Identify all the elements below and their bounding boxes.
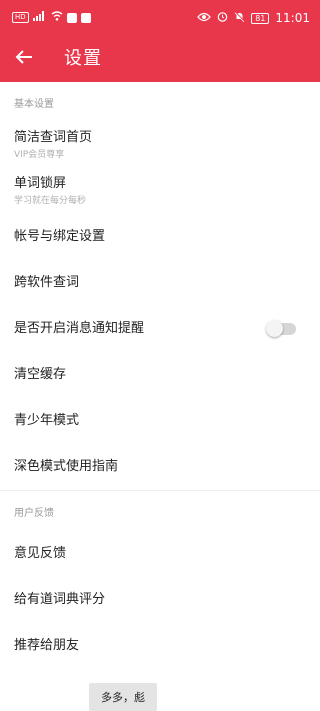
setting-clear-cache[interactable]: 清空缓存 bbox=[0, 352, 320, 398]
setting-dark-mode-guide[interactable]: 深色模式使用指南 bbox=[0, 444, 320, 490]
status-right-icons: 81 11:01 bbox=[197, 11, 310, 25]
setting-title: 深色模式使用指南 bbox=[14, 459, 119, 474]
alarm-icon bbox=[217, 11, 228, 25]
setting-teen-mode[interactable]: 青少年模式 bbox=[0, 398, 320, 444]
setting-subtitle: 学习就在每分每秒 bbox=[14, 195, 87, 206]
setting-word-lockscreen[interactable]: 单词锁屏 学习就在每分每秒 bbox=[0, 168, 320, 214]
section-header-basic: 基本设置 bbox=[14, 98, 54, 110]
setting-title: 是否开启消息通知提醒 bbox=[14, 321, 145, 336]
setting-title: 单词锁屏 bbox=[14, 175, 67, 191]
setting-title: 推荐给朋友 bbox=[14, 638, 80, 653]
toggle-knob bbox=[266, 320, 283, 337]
play-notification-icon bbox=[80, 12, 91, 23]
settings-list: 基本设置 简洁查词首页 VIP会员尊享 单词锁屏 学习就在每分每秒 帐号与绑定设… bbox=[0, 82, 320, 669]
status-left-icons: HD bbox=[12, 11, 91, 24]
section-header-feedback: 用户反馈 bbox=[14, 507, 54, 519]
status-time: 11:01 bbox=[275, 11, 310, 25]
eye-icon bbox=[197, 12, 212, 25]
app-notification-icon bbox=[66, 12, 77, 23]
signal-icon bbox=[32, 11, 47, 24]
setting-cross-app-lookup[interactable]: 跨软件查词 bbox=[0, 260, 320, 306]
battery-icon: 81 bbox=[251, 12, 270, 24]
setting-title: 意见反馈 bbox=[14, 546, 67, 561]
toast-message: 多多，彪 bbox=[89, 683, 157, 711]
setting-title: 给有道词典评分 bbox=[14, 592, 106, 607]
setting-feedback[interactable]: 意见反馈 bbox=[0, 531, 320, 577]
setting-notification-toggle-row[interactable]: 是否开启消息通知提醒 bbox=[0, 306, 320, 352]
page-title: 设置 bbox=[64, 48, 102, 69]
setting-title: 跨软件查词 bbox=[14, 275, 80, 290]
setting-account-binding[interactable]: 帐号与绑定设置 bbox=[0, 214, 320, 260]
app-bar: 设置 bbox=[0, 36, 320, 82]
setting-title: 帐号与绑定设置 bbox=[14, 229, 106, 244]
setting-recommend-friend[interactable]: 推荐给朋友 bbox=[0, 623, 320, 669]
setting-simple-homepage[interactable]: 简洁查词首页 VIP会员尊享 bbox=[0, 122, 320, 168]
status-bar: HD 81 11:01 bbox=[0, 0, 320, 36]
notification-toggle[interactable] bbox=[266, 320, 296, 337]
wifi-icon bbox=[51, 11, 63, 24]
back-arrow-icon bbox=[15, 49, 33, 69]
hd-badge: HD bbox=[12, 12, 29, 23]
setting-rate-app[interactable]: 给有道词典评分 bbox=[0, 577, 320, 623]
setting-title: 清空缓存 bbox=[14, 367, 67, 382]
setting-title: 简洁查词首页 bbox=[14, 129, 93, 145]
setting-title: 青少年模式 bbox=[14, 413, 80, 428]
setting-subtitle: VIP会员尊享 bbox=[14, 149, 65, 160]
mute-bell-icon bbox=[234, 11, 245, 25]
back-button[interactable] bbox=[8, 43, 40, 75]
